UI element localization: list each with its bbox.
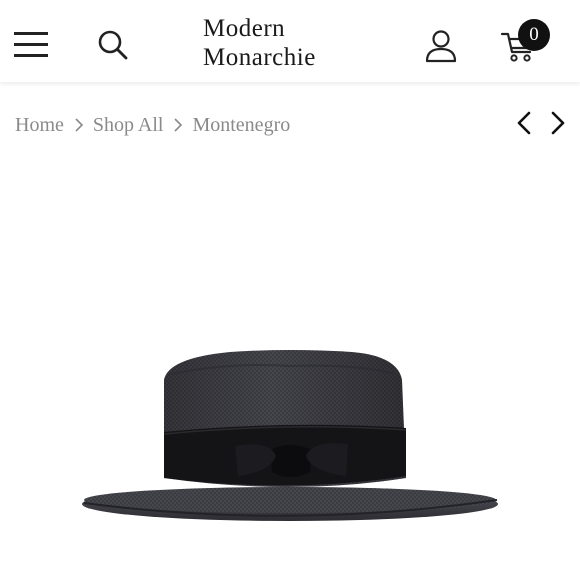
logo-line-1: Modern [203, 15, 286, 42]
breadcrumb-current: Montenegro [192, 113, 291, 136]
product-image[interactable] [60, 300, 520, 560]
chevron-right-icon [75, 118, 84, 132]
chevron-right-icon [551, 111, 565, 135]
user-icon [425, 30, 457, 63]
search-icon [98, 30, 128, 60]
hat-image [82, 350, 498, 521]
logo-line-2: Monarchie [203, 44, 316, 71]
breadcrumb: Home Shop All Montenegro [15, 112, 290, 138]
breadcrumb-home[interactable]: Home [15, 114, 64, 137]
product-page: Modern Monarchie 0 Home Shop All Montene… [0, 0, 580, 580]
chevron-right-icon [174, 118, 183, 132]
menu-button[interactable] [12, 28, 50, 62]
next-product-button[interactable] [548, 110, 568, 136]
prev-product-button[interactable] [514, 110, 534, 136]
site-logo[interactable]: Modern Monarchie [203, 14, 316, 72]
chevron-left-icon [517, 111, 531, 135]
cart-count-badge[interactable]: 0 [518, 19, 550, 51]
account-button[interactable] [424, 28, 458, 64]
menu-icon [14, 32, 48, 57]
search-button[interactable] [96, 28, 130, 62]
site-header: Modern Monarchie 0 [0, 0, 580, 82]
breadcrumb-shop-all[interactable]: Shop All [93, 114, 164, 137]
